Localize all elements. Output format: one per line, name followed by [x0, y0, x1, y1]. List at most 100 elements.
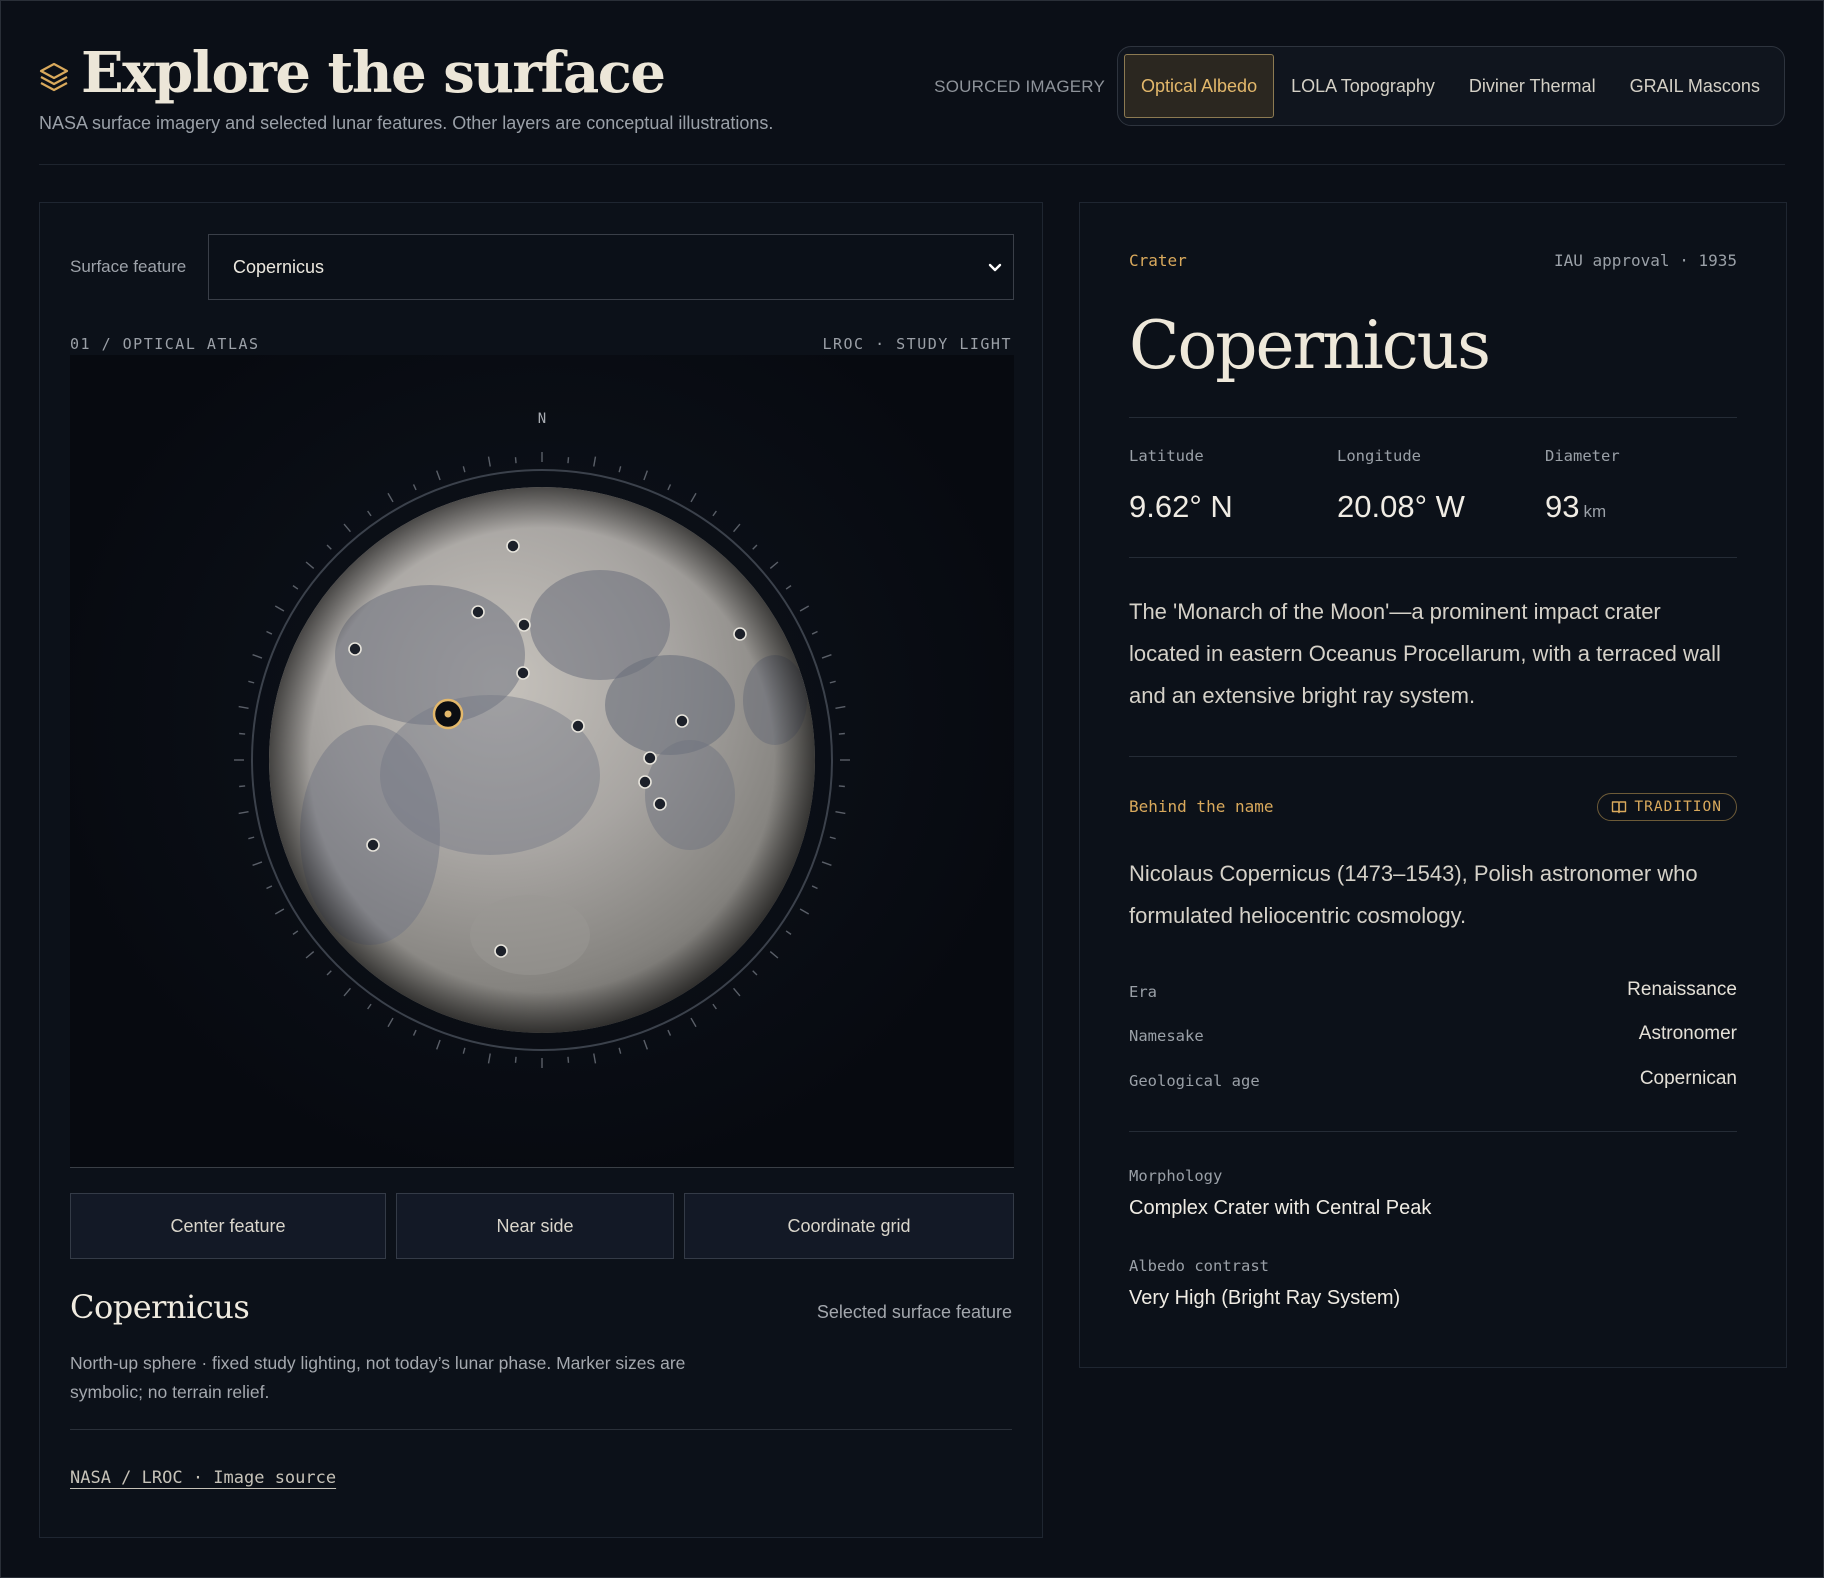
tab-optical-albedo[interactable]: Optical Albedo — [1124, 54, 1275, 118]
atlas-source: LROC · STUDY LIGHT — [822, 335, 1012, 353]
near-side-button[interactable]: Near side — [396, 1193, 674, 1259]
tab-lola-topography[interactable]: LOLA Topography — [1274, 54, 1452, 118]
fact-namesake: Namesake Astronomer — [1129, 1023, 1737, 1053]
divider — [70, 1429, 1012, 1430]
divider — [1129, 557, 1737, 558]
surface-feature-select[interactable]: Copernicus — [208, 234, 1014, 300]
stat-label: Latitude — [1129, 447, 1204, 465]
bezel-tick — [305, 951, 315, 959]
bezel-tick — [618, 466, 622, 473]
feature-description: The 'Monarch of the Moon'—a prominent im… — [1129, 599, 1721, 708]
center-feature-button[interactable]: Center feature — [70, 1193, 386, 1259]
bezel-tick — [838, 732, 845, 735]
bezel-tick — [292, 585, 299, 590]
atlas-meta: 01 / OPTICAL ATLAS LROC · STUDY LIGHT — [70, 335, 1012, 353]
morphology-label: Morphology — [1129, 1167, 1223, 1185]
feature-marker[interactable] — [506, 539, 520, 553]
feature-name: Copernicus — [1129, 307, 1491, 384]
bezel-tick — [343, 987, 351, 997]
moon-globe[interactable]: N — [70, 355, 1014, 1168]
viewer-note: North-up sphere · fixed study lighting, … — [70, 1353, 686, 1402]
bezel-tick — [829, 836, 836, 840]
feature-marker[interactable] — [643, 751, 657, 765]
moon-viewer[interactable]: N — [70, 355, 1014, 1168]
latitude-value: 9.62° N — [1129, 489, 1233, 524]
bezel-tick — [487, 1053, 491, 1064]
title-row: Explore the surface — [39, 39, 666, 107]
bezel-tick — [593, 456, 597, 467]
bezel-tick — [412, 484, 417, 491]
albedo-value: Very High (Bright Ray System) — [1129, 1287, 1401, 1309]
feature-marker[interactable] — [733, 627, 747, 641]
feature-marker[interactable] — [471, 605, 485, 619]
bezel-tick — [752, 544, 758, 550]
feature-marker[interactable] — [517, 618, 531, 632]
coordinate-grid-button[interactable]: Coordinate grid — [684, 1193, 1014, 1259]
feature-marker[interactable] — [516, 666, 530, 680]
divider — [1129, 756, 1737, 757]
bezel-tick — [462, 1047, 466, 1054]
fact-key: Era — [1129, 983, 1157, 1001]
bezel-tick — [769, 951, 779, 959]
bezel-tick — [387, 492, 394, 503]
feature-marker[interactable] — [366, 838, 380, 852]
bezel-tick — [712, 510, 717, 517]
feature-marker[interactable] — [494, 944, 508, 958]
bezel-tick — [487, 456, 491, 467]
bezel-tick — [667, 484, 672, 491]
bezel-tick — [238, 705, 249, 709]
viewer-controls: Center feature Near side Coordinate grid — [70, 1193, 1014, 1259]
tab-diviner-thermal[interactable]: Diviner Thermal — [1452, 54, 1613, 118]
bezel-tick — [567, 457, 570, 464]
book-icon — [1612, 801, 1627, 814]
stat-latitude: Latitude 9.62° N — [1129, 447, 1233, 525]
sourced-imagery-label: SOURCED IMAGERY — [934, 77, 1105, 96]
bezel-tick — [643, 1039, 649, 1050]
bezel-tick — [690, 492, 697, 503]
fact-value: Renaissance — [1627, 979, 1737, 1000]
layer-tabs: Optical Albedo LOLA Topography Diviner T… — [1117, 46, 1785, 126]
layers-icon — [39, 62, 69, 92]
bezel-tick — [799, 605, 810, 612]
fact-value: Astronomer — [1638, 1023, 1737, 1044]
bezel-tick — [835, 705, 846, 709]
feature-marker[interactable] — [348, 642, 362, 656]
bezel-tick — [387, 1017, 394, 1028]
app-frame: Explore the surface NASA surface imagery… — [0, 0, 1824, 1578]
feature-marker[interactable] — [571, 719, 585, 733]
moon-maria — [269, 487, 815, 1033]
iau-approval: IAU approval · 1935 — [1553, 251, 1737, 270]
surface-feature-label: Surface feature — [70, 257, 187, 276]
bezel-tick — [733, 987, 741, 997]
bezel-tick — [343, 523, 351, 533]
bezel-tick — [667, 1029, 672, 1036]
tab-grail-mascons[interactable]: GRAIL Mascons — [1613, 54, 1777, 118]
stat-diameter: Diameter 93 km — [1545, 447, 1620, 525]
bezel-tick — [514, 1056, 517, 1063]
image-source-link[interactable]: NASA / LROC · Image source — [70, 1468, 336, 1488]
feature-marker[interactable] — [653, 797, 667, 811]
stat-value: 9.62° N — [1129, 489, 1233, 525]
bezel-tick — [239, 785, 246, 788]
bezel-tick — [811, 885, 818, 890]
bezel-tick — [252, 654, 263, 659]
feature-marker[interactable] — [638, 775, 652, 789]
chevron-down-icon — [988, 263, 1002, 272]
stat-value: 93 km — [1545, 489, 1620, 525]
bezel-tick — [252, 861, 263, 866]
page-title: Explore the surface — [81, 40, 666, 106]
feature-marker[interactable] — [675, 714, 689, 728]
fact-key: Geological age — [1129, 1072, 1260, 1090]
atlas-panel: Surface feature Copernicus 01 / OPTICAL … — [39, 202, 1043, 1538]
diameter-unit: km — [1583, 502, 1607, 521]
selected-feature-name: Copernicus — [70, 1288, 250, 1326]
compass-north: N — [538, 411, 546, 427]
bezel-tick — [326, 970, 332, 976]
bezel-tick — [567, 1056, 570, 1063]
bezel-tick — [785, 585, 792, 590]
bezel-tick — [412, 1029, 417, 1036]
longitude-value: 20.08° W — [1337, 489, 1465, 524]
bezel-tick — [266, 630, 273, 635]
selected-marker[interactable] — [432, 698, 464, 730]
bezel-tick — [838, 785, 845, 788]
